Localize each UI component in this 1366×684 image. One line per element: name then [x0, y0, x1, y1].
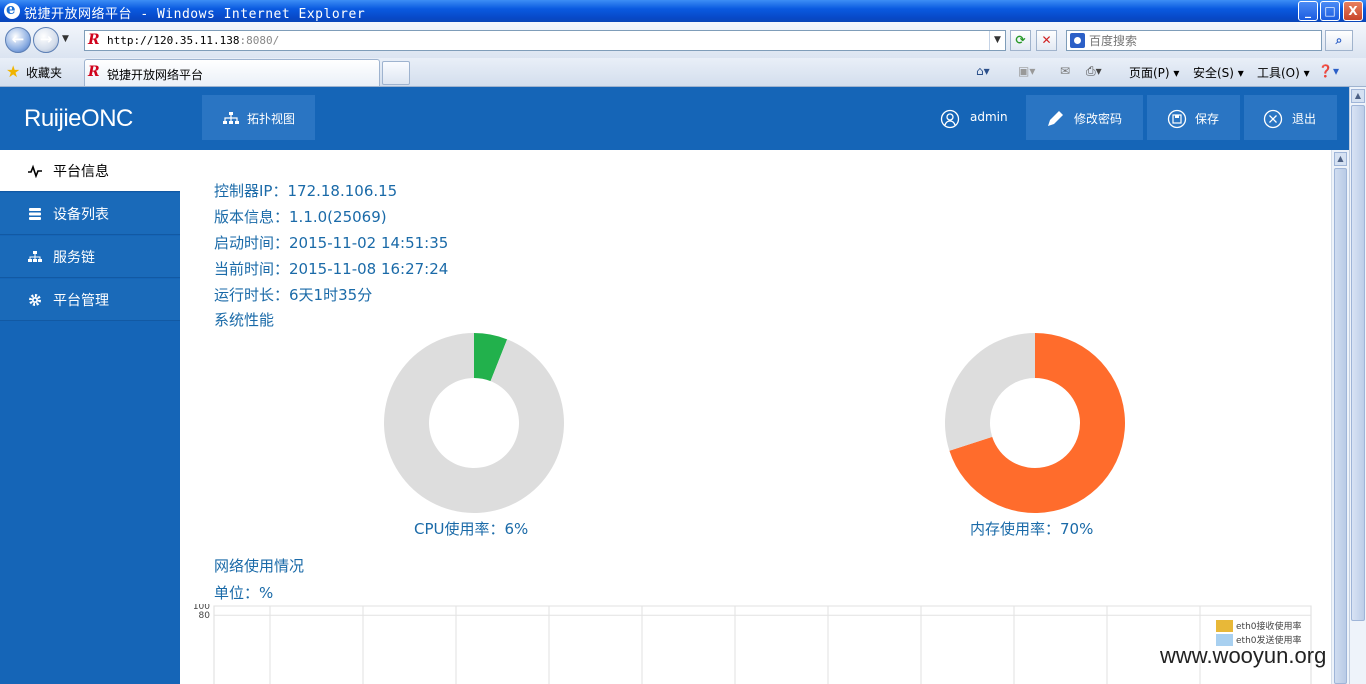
current-time: 当前时间：2015-11-08 16:27:24 [214, 260, 449, 278]
username: admin [970, 110, 1008, 124]
tools-menu[interactable]: 工具(O) ▾ [1257, 64, 1310, 81]
brand-logo: RuijieONC [24, 105, 133, 132]
search-input[interactable] [1089, 33, 1309, 48]
site-favicon-icon: R [88, 32, 100, 48]
cpu-slice-free [384, 333, 564, 513]
logout-label: 退出 [1292, 112, 1317, 126]
sidebar-item-label: 平台管理 [53, 293, 109, 309]
sidebar-item-label: 服务链 [53, 250, 95, 266]
network-icon [28, 251, 42, 262]
change-password-label: 修改密码 [1074, 112, 1123, 126]
back-button[interactable]: ← [5, 27, 31, 53]
sidebar: 平台信息 设备列表 服务链 平台管理 [0, 150, 180, 684]
title-bar: 锐捷开放网络平台 - Windows Internet Explorer _ □… [0, 0, 1366, 22]
page-menu[interactable]: 页面(P) ▾ [1129, 64, 1179, 81]
unit-label: 单位：% [214, 584, 274, 602]
user-icon [940, 109, 960, 129]
ie-icon [4, 0, 20, 19]
y-tick-label: 80 [199, 611, 211, 621]
topology-icon [223, 112, 239, 124]
pencil-icon [1048, 111, 1063, 126]
main-content: 控制器IP：172.18.106.15 版本信息：1.1.0(25069) 启动… [180, 150, 1331, 684]
address-dropdown-icon[interactable]: ▼ [989, 31, 1005, 50]
help-icon[interactable]: ❓▾ [1318, 64, 1339, 78]
sidebar-item-platform-management[interactable]: 平台管理 [0, 279, 180, 321]
stop-button[interactable]: ✕ [1036, 30, 1057, 51]
address-url[interactable]: http://120.35.11.138:8080/ [107, 34, 279, 47]
history-dropdown-icon[interactable]: ▼ [62, 34, 69, 44]
database-icon [29, 208, 41, 220]
favorites-row: ★ 收藏夹 R 锐捷开放网络平台 ⌂▾ ▣▾ ✉ ⎙▾ 页面(P) ▾ 安全(S… [0, 58, 1366, 87]
memory-usage-label: 内存使用率：70% [970, 520, 1094, 538]
content-scrollbar[interactable]: ▲ [1331, 150, 1349, 684]
window-scroll-up-icon[interactable]: ▲ [1351, 89, 1365, 103]
version-info: 版本信息：1.1.0(25069) [214, 208, 387, 226]
cpu-usage-chart [384, 333, 564, 513]
close-circle-icon [1263, 109, 1283, 129]
search-box[interactable] [1066, 30, 1322, 51]
forward-arrow-icon: → [39, 30, 53, 48]
new-tab-button[interactable] [382, 61, 410, 85]
window-title: 锐捷开放网络平台 - Windows Internet Explorer [24, 7, 366, 22]
back-arrow-icon: ← [11, 30, 25, 48]
feeds-icon[interactable]: ▣▾ [1018, 64, 1035, 78]
address-bar[interactable]: R http://120.35.11.138:8080/ ▼ [84, 30, 1006, 51]
ie-window: 锐捷开放网络平台 - Windows Internet Explorer _ □… [0, 0, 1366, 684]
web-page: RuijieONC 拓扑视图 admin 修改密码 保存 退出 平台信息 设备列… [0, 87, 1349, 684]
home-icon[interactable]: ⌂▾ [976, 64, 990, 78]
system-performance-heading: 系统性能 [214, 311, 275, 329]
legend-swatch [1216, 620, 1233, 632]
favorites-button[interactable]: 收藏夹 [26, 64, 62, 81]
topology-view-button[interactable]: 拓扑视图 [202, 95, 315, 140]
maximize-button[interactable]: □ [1320, 1, 1340, 21]
favorites-star-icon[interactable]: ★ [6, 62, 20, 81]
legend-label: eth0接收使用率 [1236, 620, 1302, 632]
sidebar-item-service-chain[interactable]: 服务链 [0, 236, 180, 278]
memory-usage-chart [945, 333, 1125, 513]
start-time: 启动时间：2015-11-02 14:51:35 [214, 234, 449, 252]
sidebar-item-platform-info[interactable]: 平台信息 [0, 150, 180, 192]
close-button[interactable]: X [1343, 1, 1363, 21]
sidebar-item-label: 设备列表 [53, 207, 109, 223]
sidebar-item-label: 平台信息 [53, 164, 109, 180]
network-usage-chart: 10080eth0接收使用率eth0发送使用率 [193, 604, 1312, 684]
save-icon [1167, 109, 1187, 129]
mail-icon[interactable]: ✉ [1060, 64, 1070, 78]
pulse-icon [28, 164, 42, 178]
change-password-button[interactable]: 修改密码 [1026, 95, 1143, 140]
user-button[interactable]: admin [928, 95, 1020, 140]
topology-label: 拓扑视图 [247, 112, 296, 126]
minimize-button[interactable]: _ [1298, 1, 1318, 21]
watermark: www.wooyun.org [1160, 643, 1327, 668]
browser-tab[interactable]: R 锐捷开放网络平台 [84, 59, 380, 86]
sidebar-item-device-list[interactable]: 设备列表 [0, 193, 180, 235]
cpu-usage-label: CPU使用率：6% [414, 520, 529, 538]
refresh-button[interactable]: ⟳ [1010, 30, 1031, 51]
tab-title: 锐捷开放网络平台 [107, 68, 204, 82]
baidu-icon [1070, 33, 1085, 48]
gear-icon [29, 294, 41, 306]
save-label: 保存 [1195, 112, 1220, 126]
controller-ip: 控制器IP：172.18.106.15 [214, 182, 398, 200]
print-icon[interactable]: ⎙▾ [1086, 64, 1102, 79]
window-scrollbar-thumb[interactable] [1351, 105, 1365, 621]
chart-frame [213, 605, 1312, 684]
tab-favicon-icon: R [88, 64, 100, 80]
window-scrollbar[interactable]: ▲ [1349, 87, 1366, 684]
logout-button[interactable]: 退出 [1244, 95, 1337, 140]
network-usage-heading: 网络使用情况 [214, 557, 305, 575]
scroll-up-icon[interactable]: ▲ [1334, 152, 1347, 166]
uptime: 运行时长：6天1时35分 [214, 286, 373, 304]
scrollbar-thumb[interactable] [1334, 168, 1347, 684]
safety-menu[interactable]: 安全(S) ▾ [1193, 64, 1244, 81]
forward-button[interactable]: → [33, 27, 59, 53]
save-button[interactable]: 保存 [1147, 95, 1240, 140]
memory-slice-free [945, 333, 1035, 451]
search-button[interactable]: ⌕ [1325, 30, 1353, 51]
top-navigation: RuijieONC 拓扑视图 admin 修改密码 保存 退出 [0, 87, 1349, 150]
address-row: ← → ▼ R http://120.35.11.138:8080/ ▼ ⟳ ✕… [0, 22, 1366, 58]
